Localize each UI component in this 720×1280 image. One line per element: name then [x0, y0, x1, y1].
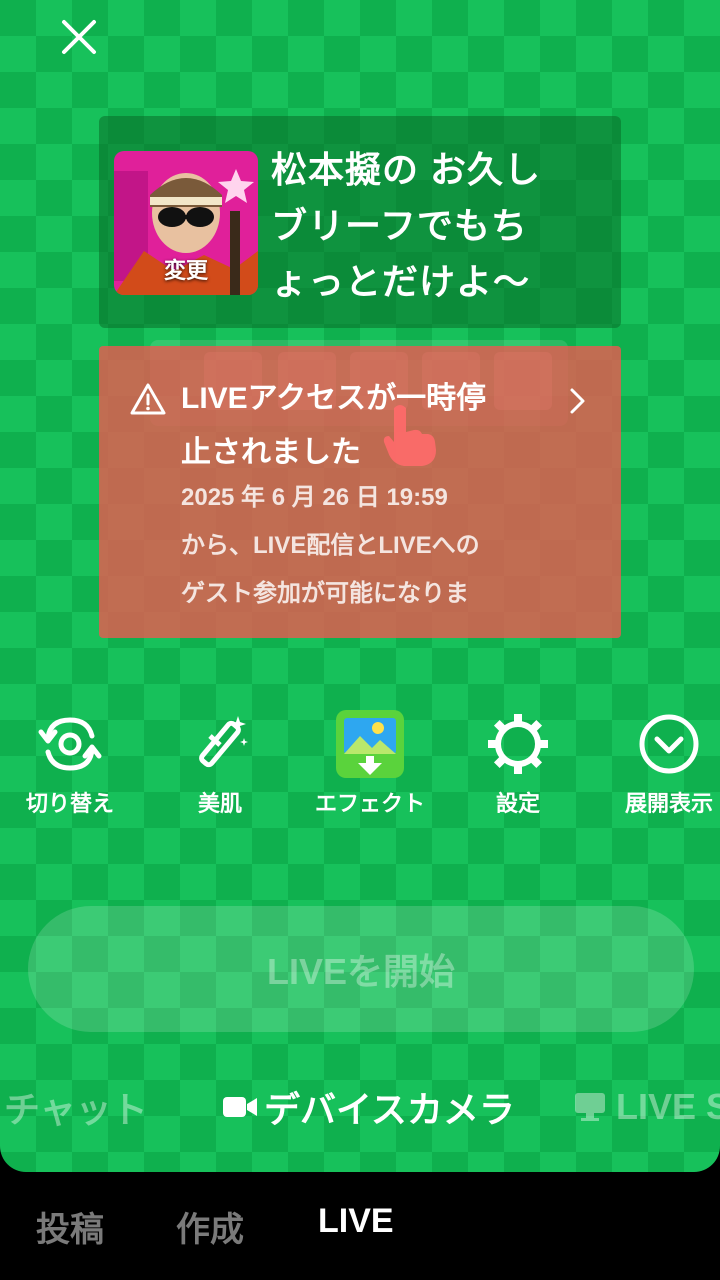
toolbar-label: エフェクト [314, 791, 425, 816]
monitor-icon [575, 1093, 605, 1121]
pointing-hand-icon [383, 405, 436, 466]
notice-title-line: 止されました [181, 436, 361, 469]
nav-post[interactable]: 投稿 [36, 1202, 104, 1251]
stream-title-line: ブリーフでもち [271, 205, 528, 246]
toolbar-label: 設定 [495, 791, 540, 816]
warning-icon [130, 383, 166, 415]
mode-tab-chat[interactable]: チャット [4, 1080, 148, 1134]
mode-tab-label: デバイスカメラ [264, 1089, 515, 1130]
bottom-nav: 投稿 作成 LIVE [0, 1172, 720, 1280]
toolbar-label: 切り替え [25, 791, 114, 816]
expand-view-button[interactable]: 展開表示 [594, 706, 720, 818]
gear-icon [488, 714, 548, 774]
effects-icon [336, 710, 404, 778]
mode-tab-device-camera[interactable]: デバイスカメラ [222, 1080, 515, 1134]
start-live-button[interactable]: LIVEを開始 [28, 906, 694, 1032]
nav-create[interactable]: 作成 [176, 1202, 244, 1251]
mode-tab-label: チャット [4, 1089, 148, 1130]
notice-title: LIVEアクセスが一時停 止されました [181, 372, 553, 480]
close-icon [62, 20, 96, 54]
thumbnail-change-button[interactable]: 変更 [114, 151, 258, 295]
beauty-wand-icon [199, 716, 248, 768]
toolbar-label: 美肌 [197, 791, 242, 816]
notice-body-line: 2025 年 6 月 26 日 19:59 [181, 484, 448, 511]
stream-title-line: 松本擬の お久し [271, 149, 542, 190]
mode-tab-live-studio[interactable]: LIVE S [574, 1080, 720, 1134]
chevron-down-circle-icon [639, 714, 699, 774]
notice-body-line: から、LIVE配信とLIVEへの [181, 532, 480, 559]
chevron-right-icon [570, 388, 585, 414]
toolbar-label: 展開表示 [624, 791, 713, 816]
nav-live[interactable]: LIVE [318, 1202, 394, 1241]
thumbnail-change-label: 変更 [163, 258, 208, 283]
stream-title[interactable]: 松本擬の お久し ブリーフでもち ょっとだけよ〜 [271, 142, 611, 310]
close-button[interactable] [56, 14, 102, 60]
flip-camera-button[interactable]: 切り替え [0, 706, 145, 818]
effects-button[interactable]: エフェクト [295, 706, 445, 818]
stream-title-line: ょっとだけよ〜 [271, 261, 531, 302]
video-camera-icon [223, 1097, 257, 1117]
stream-info-card: 変更 松本擬の お久し ブリーフでもち ょっとだけよ〜 [99, 116, 621, 328]
notice-body: 2025 年 6 月 26 日 19:59 から、LIVE配信とLIVEへの ゲ… [181, 474, 561, 618]
camera-preview: 変更 松本擬の お久し ブリーフでもち ょっとだけよ〜 LIVEアクセスが一時停… [0, 0, 720, 1172]
notice-body-line: ゲスト参加が可能になりま [181, 580, 469, 607]
flip-camera-icon [38, 717, 102, 771]
live-access-suspended-notice[interactable]: LIVEアクセスが一時停 止されました 2025 年 6 月 26 日 19:5… [99, 346, 621, 638]
beauty-button[interactable]: 美肌 [145, 706, 295, 818]
settings-button[interactable]: 設定 [443, 706, 593, 818]
notice-title-line: LIVEアクセスが一時停 [181, 382, 487, 415]
mode-tab-label: LIVE S [616, 1086, 720, 1127]
